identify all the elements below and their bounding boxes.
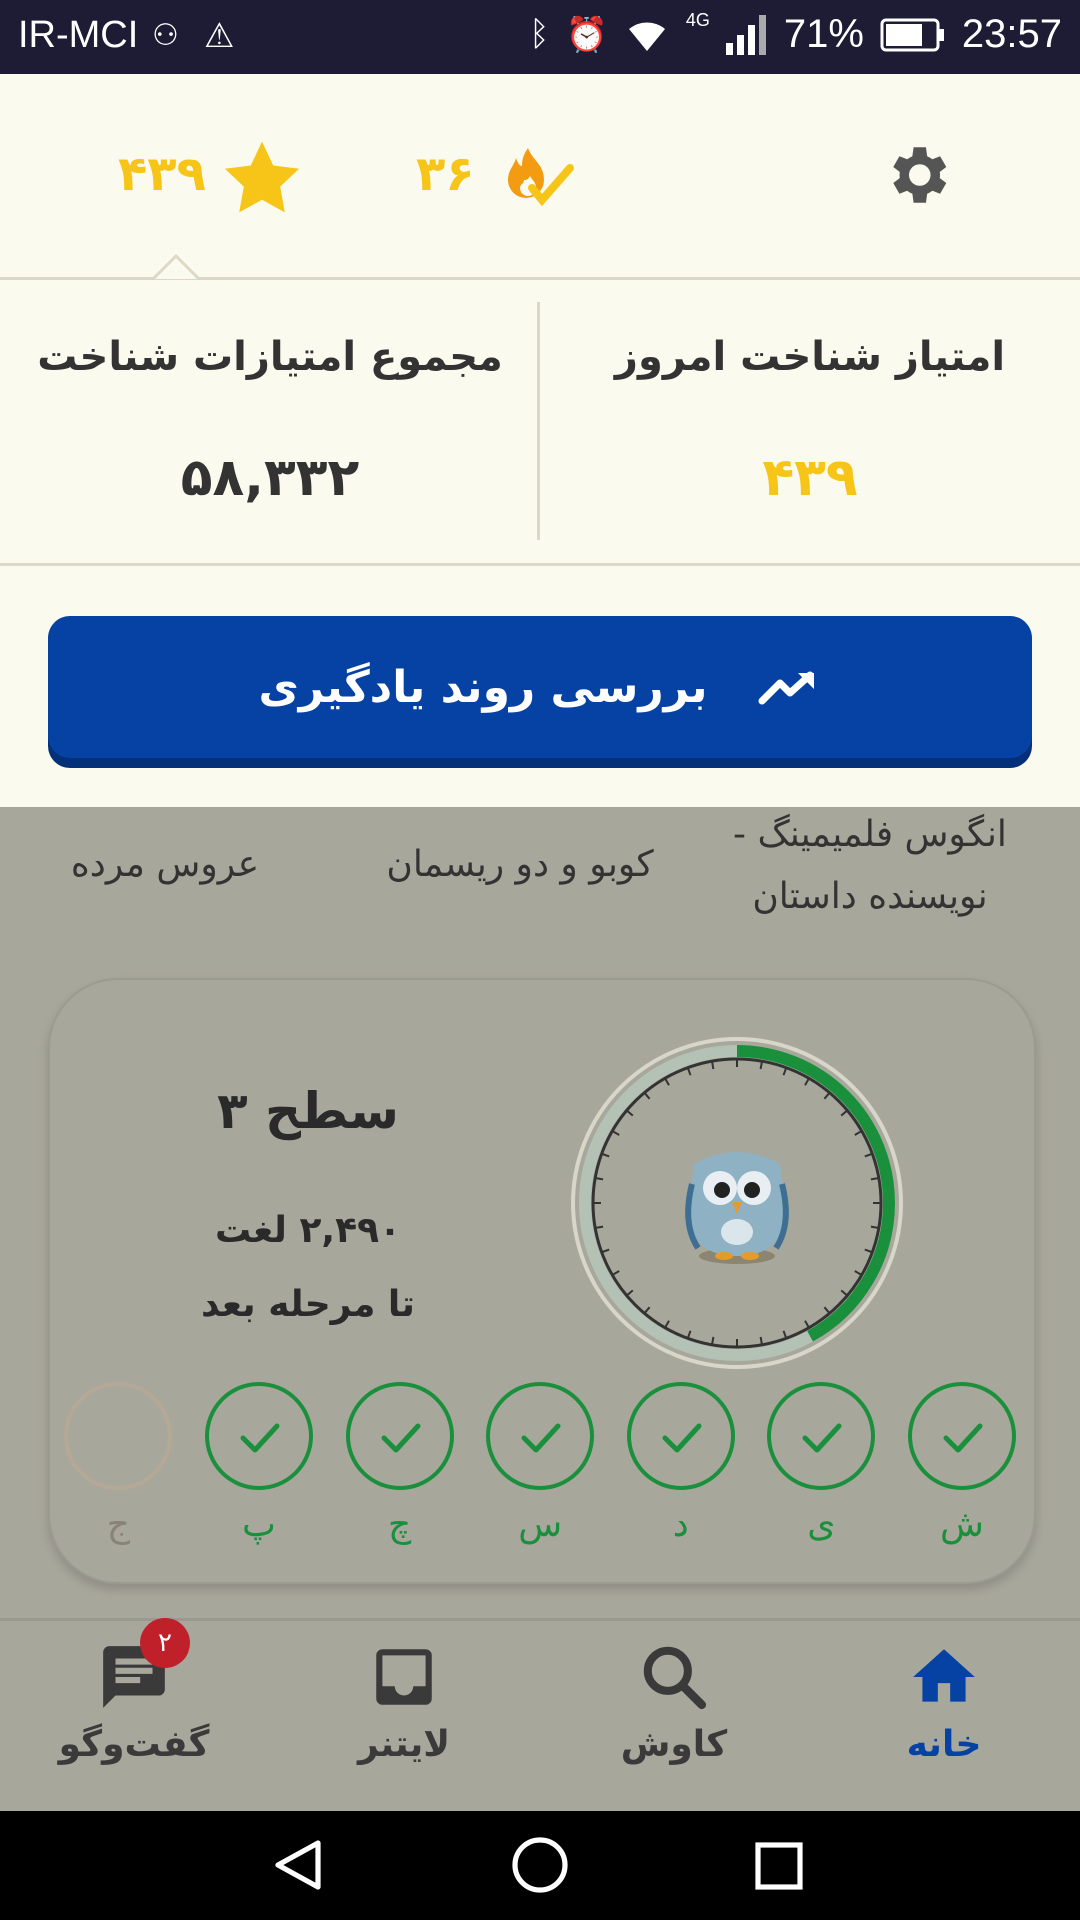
check-icon bbox=[662, 1423, 702, 1453]
sim-icon: ⚇ bbox=[152, 18, 179, 53]
battery-percent: 71% bbox=[783, 12, 864, 56]
stage-circle[interactable] bbox=[64, 1382, 173, 1490]
today-score-label: امتیاز شناخت امروز bbox=[614, 334, 1006, 380]
stage-circle[interactable] bbox=[205, 1382, 313, 1490]
book-item[interactable]: انگوس فلمیمینگ - نویسنده داستان bbox=[720, 804, 1020, 928]
carrier-label: IR-MCI bbox=[18, 14, 139, 56]
learning-trend-button[interactable]: بررسی روند یادگیری bbox=[48, 616, 1032, 758]
home-button-icon[interactable] bbox=[510, 1835, 570, 1895]
warning-icon: ⚠ bbox=[204, 16, 235, 56]
streak-value: ۳۶ bbox=[416, 146, 475, 202]
stats-divider bbox=[537, 302, 540, 540]
level-title: سطح ۳ bbox=[217, 1082, 399, 1140]
nav-home[interactable]: خانه bbox=[844, 1640, 1044, 1765]
alarm-icon: ⏰ bbox=[565, 15, 608, 54]
stage-circle[interactable] bbox=[626, 1382, 735, 1490]
ring-tick bbox=[595, 1177, 604, 1181]
wifi-icon bbox=[628, 21, 665, 51]
nav-leitner[interactable]: لایتنر bbox=[304, 1640, 504, 1765]
check-icon bbox=[240, 1423, 280, 1453]
check-icon bbox=[802, 1423, 842, 1453]
stage-circle[interactable] bbox=[908, 1382, 1016, 1490]
gear-icon[interactable] bbox=[880, 138, 954, 212]
bluetooth-icon: ᛒ bbox=[529, 15, 550, 53]
stage-circle[interactable] bbox=[486, 1382, 595, 1490]
inbox-icon bbox=[376, 1649, 432, 1705]
total-score-value: ۵۸,۳۳۲ bbox=[180, 448, 360, 508]
ring-tick bbox=[759, 1061, 763, 1070]
nav-explore-label: کاوش bbox=[620, 1724, 728, 1765]
book-item[interactable]: کوبو و دو ریسمان bbox=[370, 834, 670, 896]
stage-label: پ bbox=[242, 1504, 276, 1545]
next-stage-label: تا مرحله بعد bbox=[201, 1284, 415, 1325]
stage-label: ج bbox=[106, 1504, 131, 1545]
stage-circle[interactable] bbox=[345, 1382, 454, 1490]
ring-tick bbox=[759, 1336, 763, 1345]
chat-badge: ۲ bbox=[140, 1618, 190, 1668]
check-icon bbox=[521, 1423, 561, 1453]
stage-label: د bbox=[672, 1504, 689, 1545]
stage-circle[interactable] bbox=[767, 1382, 876, 1490]
level-progress-ring bbox=[571, 1037, 903, 1369]
stage-label: ی bbox=[807, 1504, 836, 1545]
nav-home-label: خانه bbox=[906, 1724, 982, 1765]
nav-explore[interactable]: کاوش bbox=[574, 1640, 774, 1765]
ring-tick bbox=[870, 1225, 879, 1229]
check-icon bbox=[381, 1423, 421, 1453]
flame-check-icon[interactable] bbox=[500, 144, 576, 212]
stage-label: ش bbox=[940, 1504, 984, 1545]
nav-chat-label: گفت‌وگو bbox=[58, 1724, 210, 1765]
today-score-value: ۴۳۹ bbox=[762, 448, 858, 508]
ring-tick bbox=[711, 1061, 715, 1070]
stage-label: س bbox=[518, 1504, 563, 1545]
signal-icon bbox=[725, 14, 766, 55]
search-icon bbox=[643, 1646, 707, 1710]
total-score-label: مجموع امتیازات شناخت bbox=[37, 334, 503, 380]
status-bar: IR-MCI ⚇ ⚠ ᛒ ⏰ 4G 71% 23:57 bbox=[0, 0, 1080, 74]
check-icon bbox=[943, 1423, 983, 1453]
network-label: 4G bbox=[685, 10, 710, 30]
battery-icon bbox=[880, 18, 944, 51]
star-icon[interactable] bbox=[222, 140, 302, 216]
stats-panel bbox=[0, 280, 1080, 566]
trending-up-icon bbox=[758, 671, 814, 705]
ring-tick bbox=[870, 1177, 879, 1181]
nav-leitner-label: لایتنر bbox=[357, 1724, 451, 1765]
words-remaining: ۲,۴۹۰ لغت bbox=[214, 1210, 402, 1251]
learning-trend-label: بررسی روند یادگیری bbox=[258, 661, 708, 713]
stage-label: چ bbox=[387, 1504, 412, 1545]
clock: 23:57 bbox=[961, 12, 1062, 56]
book-item[interactable]: عروس مرده bbox=[40, 834, 290, 896]
home-icon bbox=[913, 1649, 975, 1702]
ring-tick bbox=[595, 1225, 604, 1229]
recents-icon[interactable] bbox=[752, 1839, 806, 1893]
back-icon[interactable] bbox=[270, 1837, 326, 1893]
ring-tick bbox=[711, 1336, 715, 1345]
nav-chat[interactable]: گفت‌وگو bbox=[34, 1640, 234, 1765]
system-nav-bar bbox=[0, 1811, 1080, 1920]
stars-value: ۴۳۹ bbox=[118, 146, 206, 202]
